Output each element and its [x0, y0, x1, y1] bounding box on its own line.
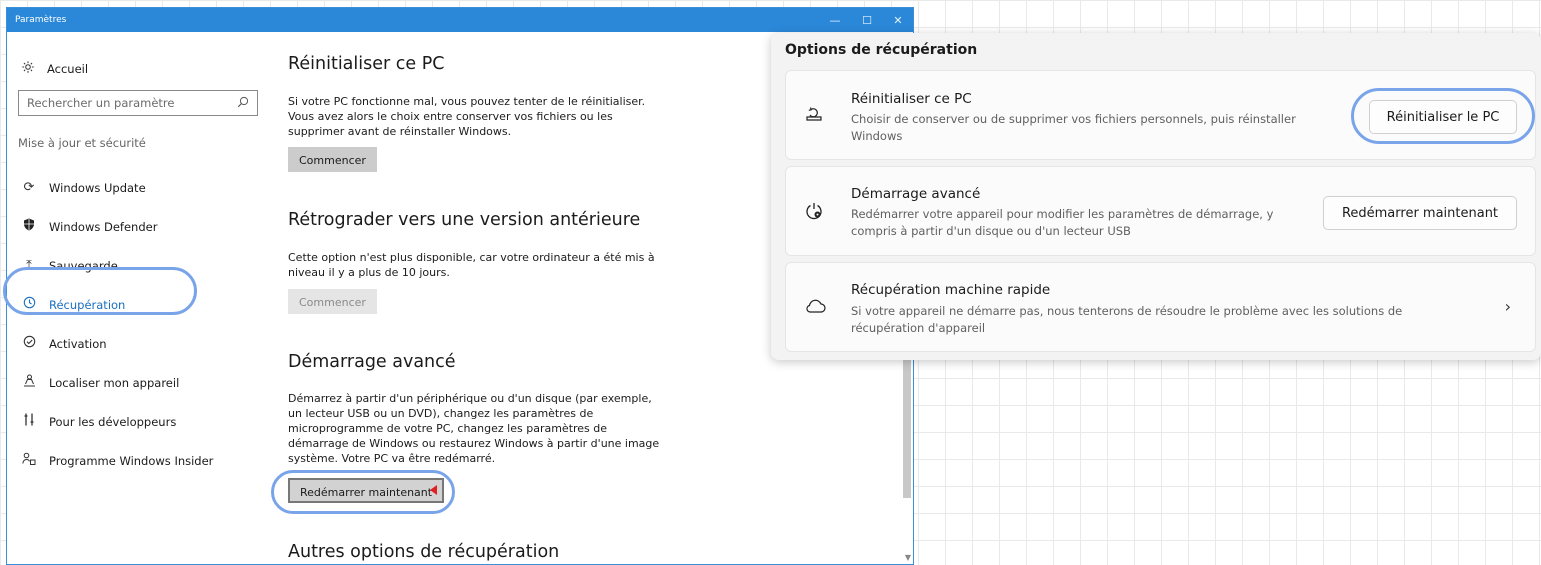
panel-title: Options de récupération: [785, 42, 978, 58]
sidebar-item-localiser[interactable]: Localiser mon appareil: [7, 363, 267, 402]
card-description: Redémarrer votre appareil pour modifier …: [851, 207, 1274, 238]
sidebar-item-label: Localiser mon appareil: [49, 375, 180, 390]
card-title: Réinitialiser ce PC: [851, 91, 972, 107]
card-description: Choisir de conserver ou de supprimer vos…: [851, 112, 1296, 143]
shield-icon: [21, 218, 37, 235]
rollback-start-button[interactable]: Commencer: [288, 289, 377, 314]
card-quick-machine-recovery[interactable]: Récupération machine rapide Si votre app…: [785, 262, 1536, 352]
developer-tools-icon: [21, 413, 37, 430]
highlight-ring-restart: [271, 470, 455, 514]
other-options-title: Autres options de récupération: [288, 542, 560, 562]
window-controls: — ☐ ✕: [819, 8, 913, 32]
search-placeholder: Rechercher un paramètre: [27, 96, 175, 110]
rollback-section-title: Rétrograder vers une version antérieure: [288, 210, 641, 230]
person-location-icon: [21, 374, 37, 391]
reset-pc-icon: [804, 105, 824, 128]
highlight-ring-reset-pc: [1351, 88, 1535, 144]
advanced-startup-icon: [804, 201, 824, 226]
scrollbar[interactable]: [903, 338, 911, 498]
red-pointer-marker: [430, 485, 437, 495]
home-link[interactable]: Accueil: [21, 60, 88, 77]
card-description: Si votre appareil ne démarre pas, nous t…: [851, 304, 1403, 335]
sidebar-item-developpeurs[interactable]: Pour les développeurs: [7, 402, 267, 441]
sidebar-item-insider[interactable]: Programme Windows Insider: [7, 441, 267, 480]
check-circle-icon: [21, 335, 37, 352]
insider-icon: [21, 452, 37, 469]
advanced-section-text: Démarrez à partir d'un périphérique ou d…: [288, 392, 660, 465]
sidebar-nav: ⟳ Windows Update Windows Defender ⤒ Sauv…: [7, 168, 267, 480]
search-input[interactable]: Rechercher un paramètre: [18, 90, 258, 116]
scroll-down-icon[interactable]: ▼: [905, 553, 911, 562]
gear-icon: [21, 60, 35, 77]
card-advanced-startup: Démarrage avancé Redémarrer votre appare…: [785, 166, 1536, 256]
title-bar: Paramètres — ☐ ✕: [7, 8, 913, 32]
section-heading: Mise à jour et sécurité: [18, 136, 146, 150]
home-label: Accueil: [47, 61, 89, 76]
card-title: Récupération machine rapide: [851, 282, 1051, 298]
search-icon: [237, 96, 249, 111]
sidebar-item-label: Activation: [49, 336, 107, 351]
restart-now-button-win11[interactable]: Redémarrer maintenant: [1323, 196, 1517, 230]
reset-section-title: Réinitialiser ce PC: [288, 54, 445, 74]
reset-start-button[interactable]: Commencer: [288, 147, 377, 172]
sidebar-item-label: Windows Update: [49, 180, 146, 195]
rollback-section-text: Cette option n'est plus disponible, car …: [288, 251, 655, 279]
sidebar-item-windows-update[interactable]: ⟳ Windows Update: [7, 168, 267, 207]
sidebar-item-label: Windows Defender: [49, 219, 158, 234]
chevron-right-icon[interactable]: ›: [1505, 297, 1511, 316]
recovery-options-panel-win11: Options de récupération Réinitialiser ce…: [771, 33, 1541, 360]
close-button[interactable]: ✕: [883, 8, 913, 32]
window-title: Paramètres: [15, 15, 67, 25]
minimize-button[interactable]: —: [819, 8, 851, 32]
sidebar-item-activation[interactable]: Activation: [7, 324, 267, 363]
sidebar-item-label: Programme Windows Insider: [49, 453, 214, 468]
maximize-button[interactable]: ☐: [851, 8, 883, 32]
advanced-section-title: Démarrage avancé: [288, 352, 456, 372]
refresh-icon: ⟳: [23, 180, 35, 195]
cloud-icon: [804, 298, 826, 319]
highlight-ring-recuperation: [3, 267, 197, 315]
card-title: Démarrage avancé: [851, 186, 981, 202]
sidebar-item-label: Pour les développeurs: [49, 414, 177, 429]
sidebar-item-windows-defender[interactable]: Windows Defender: [7, 207, 267, 246]
reset-section-text: Si votre PC fonctionne mal, vous pouvez …: [288, 95, 646, 138]
